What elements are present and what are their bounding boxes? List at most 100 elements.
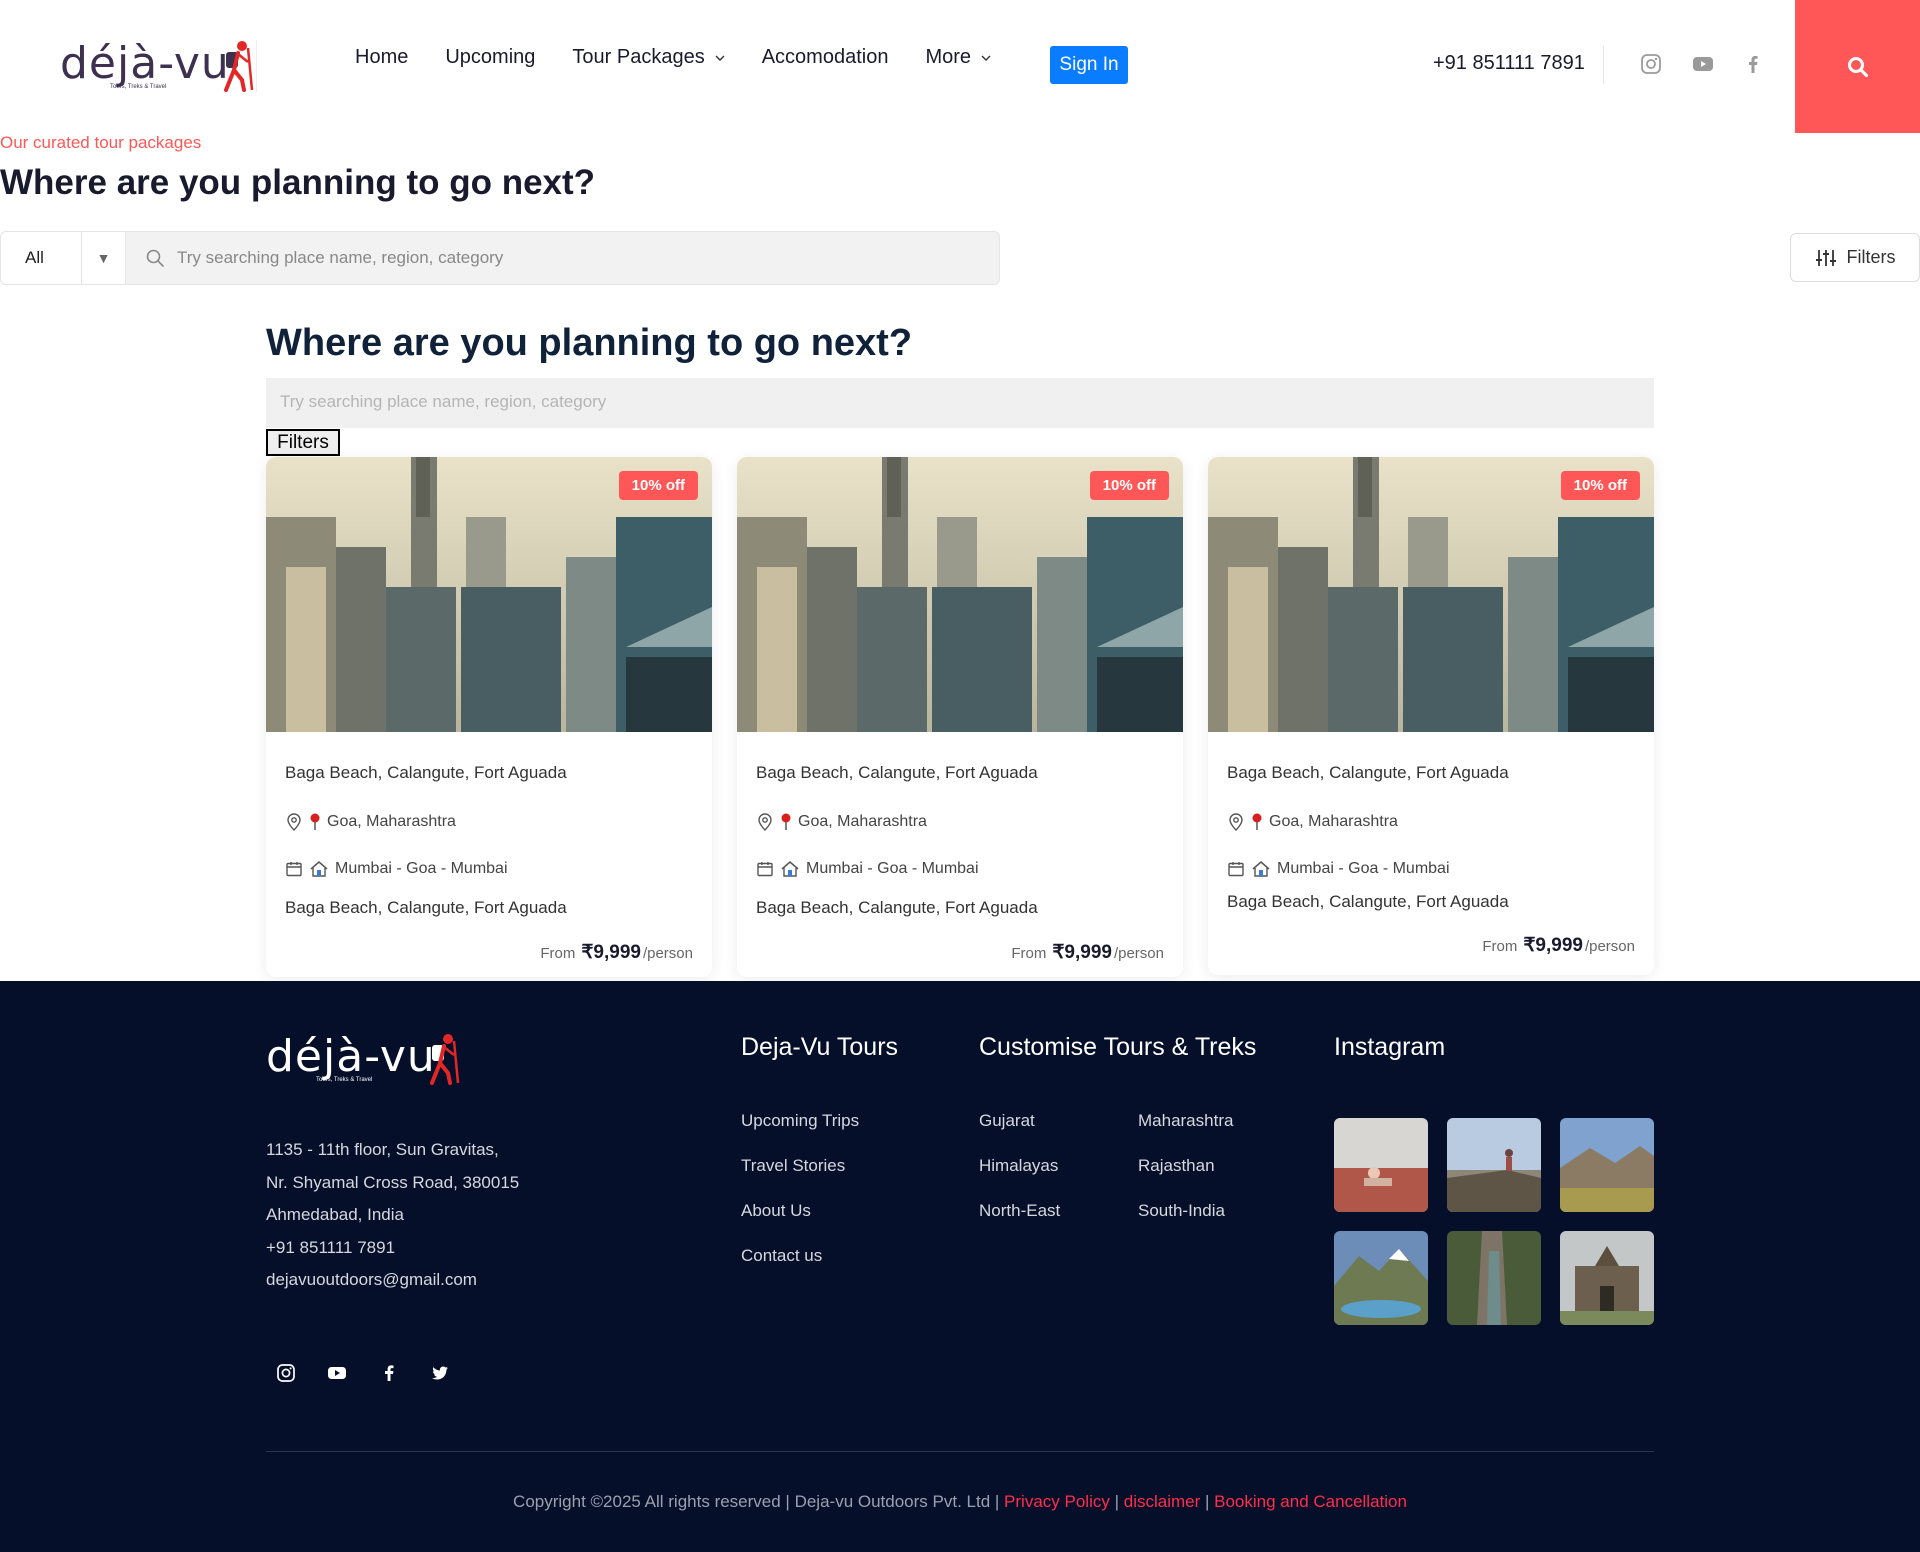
address-line: Nr. Shyamal Cross Road, 380015 [266,1172,520,1192]
listing-title: Where are you planning to go next? [266,322,913,364]
discount-badge: 10% off [618,471,698,500]
header-phone[interactable]: +91 851111 7891 [1433,52,1585,75]
footer-col-title: Deja-Vu Tours [741,1033,899,1061]
price-unit: /person [642,945,693,962]
footer-link-south-india[interactable]: South-India [1138,1201,1225,1221]
footer-phone[interactable]: +91 851111 7891 [266,1232,519,1265]
footer-link-north-east[interactable]: North-East [979,1201,1060,1221]
footer-link-about-us[interactable]: About Us [741,1201,811,1221]
calendar-icon [286,862,302,877]
tour-location: Goa, Maharashtra [756,813,927,831]
footer-link-contact-us[interactable]: Contact us [741,1246,822,1266]
red-pushpin-icon [1252,813,1262,830]
instagram-photo[interactable] [1560,1231,1654,1325]
footer-link-upcoming-trips[interactable]: Upcoming Trips [741,1111,859,1131]
tour-title[interactable]: Baga Beach, Calangute, Fort Aguada [1227,763,1509,783]
nav-upcoming[interactable]: Upcoming [445,46,535,69]
tour-card[interactable]: 10% off Baga Beach, Calangute, Fort Agua… [1208,457,1654,975]
route-text: Mumbai - Goa - Mumbai [335,860,508,877]
instagram-icon[interactable] [276,1363,296,1383]
tour-route: Mumbai - Goa - Mumbai [756,860,979,878]
separator: | [1109,1492,1124,1511]
search-button[interactable] [1795,0,1920,133]
nav-home[interactable]: Home [355,46,408,69]
category-select[interactable]: All [1,232,82,284]
discount-badge: 10% off [1560,471,1640,500]
listing-filters-button[interactable]: Filters [266,429,340,456]
tour-location: Goa, Maharashtra [1227,813,1398,831]
price-amount: ₹9,999 [1523,935,1583,956]
instagram-photo[interactable] [1334,1118,1428,1212]
site-header: déjà-vu Tours, Treks & Travel Home Upcom… [0,0,1920,133]
youtube-icon[interactable] [1692,53,1714,75]
nav-tour-packages[interactable]: Tour Packages [572,46,725,69]
route-text: Mumbai - Goa - Mumbai [806,860,979,877]
separator: | [1200,1492,1215,1511]
hiker-icon [430,1034,460,1085]
route-text: Mumbai - Goa - Mumbai [1277,860,1450,877]
main-nav: Home Upcoming Tour Packages Accomodation… [355,46,1028,69]
footer-link-gujarat[interactable]: Gujarat [979,1111,1035,1131]
footer-col-title: Customise Tours & Treks [979,1033,1257,1061]
instagram-icon[interactable] [1640,53,1662,75]
address-line: Ahmedabad, India [266,1205,404,1224]
location-text: Goa, Maharashtra [798,813,927,830]
tour-card[interactable]: 10% off Baga Beach, Calangute, Fort Agua… [737,457,1183,977]
search-icon [1847,56,1868,77]
site-logo[interactable]: déjà-vu Tours, Treks & Travel [60,38,256,96]
chevron-down-icon [981,55,991,61]
tour-title[interactable]: Baga Beach, Calangute, Fort Aguada [756,763,1038,783]
red-pushpin-icon [781,813,791,830]
tour-price: From ₹9,999 /person [1011,941,1164,964]
footer-col-title: Instagram [1334,1033,1446,1061]
footer-link-maharashtra[interactable]: Maharashtra [1138,1111,1233,1131]
logo-wordmark: déjà-vu [60,38,230,89]
logo-divider [256,40,257,92]
instagram-photo[interactable] [1447,1118,1541,1212]
filters-button[interactable]: Filters [1790,233,1920,282]
sign-in-button[interactable]: Sign In [1050,46,1128,84]
page-title: Where are you planning to go next? [0,163,596,202]
footer-logo[interactable]: déjà-vu Tours, Treks & Travel [266,1031,460,1087]
price-unit: /person [1584,938,1635,955]
home-icon [310,861,328,877]
instagram-photo[interactable] [1334,1231,1428,1325]
tour-location: Goa, Maharashtra [285,813,456,831]
tour-title[interactable]: Baga Beach, Calangute, Fort Aguada [285,763,567,783]
search-bar: All ▼ Try searching place name, region, … [0,231,1000,285]
red-pushpin-icon [310,813,320,830]
facebook-icon[interactable] [1742,53,1764,75]
booking-cancellation-link[interactable]: Booking and Cancellation [1214,1492,1407,1511]
footer-link-rajasthan[interactable]: Rajasthan [1138,1156,1215,1176]
copyright-text: Copyright ©2025 All rights reserved | De… [513,1492,1000,1511]
price-prefix: From [1011,945,1047,962]
dropdown-arrow-icon: ▼ [96,250,111,266]
map-pin-icon [287,813,301,831]
instagram-photo[interactable] [1560,1118,1654,1212]
facebook-icon[interactable] [379,1363,399,1383]
disclaimer-link[interactable]: disclaimer [1124,1492,1201,1511]
site-footer: déjà-vu Tours, Treks & Travel 1135 - 11t… [0,981,1920,1552]
privacy-policy-link[interactable]: Privacy Policy [1004,1492,1110,1511]
tour-route: Mumbai - Goa - Mumbai [285,860,508,878]
price-prefix: From [540,945,576,962]
tour-card[interactable]: 10% off Baga Beach, Calangute, Fort Agua… [266,457,712,977]
listing-search-input[interactable]: Try searching place name, region, catego… [266,378,1654,428]
category-dropdown-toggle[interactable]: ▼ [82,232,126,284]
footer-link-himalayas[interactable]: Himalayas [979,1156,1058,1176]
instagram-photo[interactable] [1447,1231,1541,1325]
twitter-icon[interactable] [430,1363,450,1383]
map-pin-icon [758,813,772,831]
tour-price: From ₹9,999 /person [540,941,693,964]
tour-image: 10% off [266,457,712,732]
price-amount: ₹9,999 [581,942,641,963]
nav-more[interactable]: More [925,46,991,69]
footer-link-travel-stories[interactable]: Travel Stories [741,1156,845,1176]
filters-label: Filters [1846,247,1896,267]
logo-tagline: Tours, Treks & Travel [316,1077,373,1083]
logo-tagline: Tours, Treks & Travel [110,84,167,90]
nav-accomodation[interactable]: Accomodation [762,46,889,69]
footer-email[interactable]: dejavuoutdoors@gmail.com [266,1264,519,1297]
search-input[interactable]: Try searching place name, region, catego… [177,248,503,268]
youtube-icon[interactable] [327,1363,347,1383]
